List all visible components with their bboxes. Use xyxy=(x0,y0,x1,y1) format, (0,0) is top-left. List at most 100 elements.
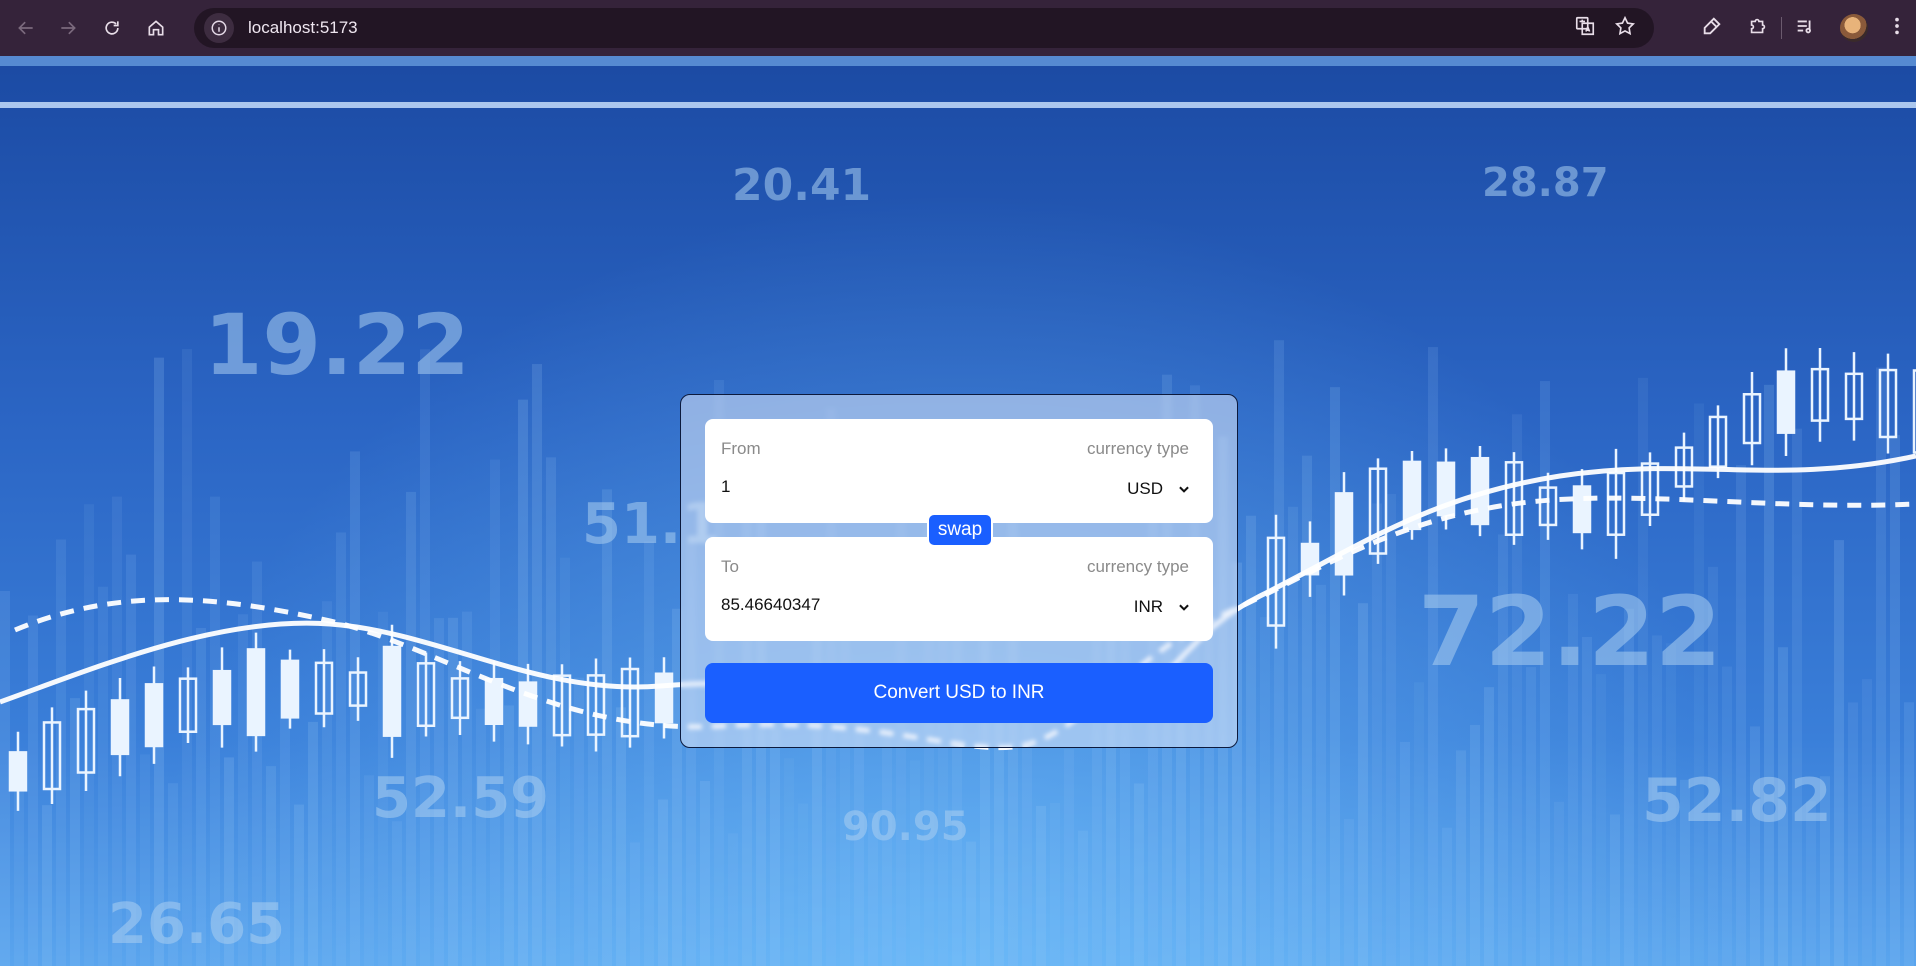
background-bar xyxy=(1358,603,1368,966)
background-candle xyxy=(280,649,300,729)
background-bar xyxy=(1414,682,1424,966)
background-number: 28.87 xyxy=(1482,160,1609,206)
background-bar xyxy=(1876,367,1886,966)
from-label: From xyxy=(721,439,761,458)
background-bar xyxy=(1386,494,1396,966)
from-amount-input[interactable]: 1 xyxy=(721,477,981,497)
background-bar xyxy=(1596,674,1606,966)
eyedropper-icon[interactable] xyxy=(1701,15,1723,42)
page-content: 20.41 28.87 19.22 51.1 72.22 52.59 90.95… xyxy=(0,56,1916,966)
background-bar xyxy=(770,726,780,966)
background-bar xyxy=(42,805,52,966)
background-bar xyxy=(630,842,640,966)
background-candle xyxy=(1844,352,1864,441)
background-bar xyxy=(336,532,346,966)
background-number: 19.22 xyxy=(204,296,470,394)
background-bar xyxy=(1372,503,1382,966)
background-bar xyxy=(966,841,976,966)
to-currency-value: INR xyxy=(1133,597,1163,616)
background-bar xyxy=(1064,749,1074,966)
background-bar xyxy=(910,760,920,966)
to-amount-input[interactable]: 85.46640347 xyxy=(721,595,981,615)
background-number: 90.95 xyxy=(842,804,969,850)
background-bar xyxy=(1848,702,1858,966)
background-bar xyxy=(784,758,794,966)
background-bar xyxy=(1792,428,1802,966)
background-candle xyxy=(1776,348,1796,457)
chevron-down-icon xyxy=(1179,604,1189,611)
background-bar xyxy=(658,799,668,966)
background-bar xyxy=(504,705,514,966)
background-bar xyxy=(1470,724,1480,966)
background-bar xyxy=(1484,687,1494,966)
reload-icon[interactable] xyxy=(94,10,130,46)
background-bar xyxy=(1862,679,1872,966)
to-currency-type-label: currency type xyxy=(1086,557,1189,576)
background-candle xyxy=(1810,348,1830,442)
background-bar xyxy=(616,707,626,966)
background-bar xyxy=(406,491,416,966)
address-bar[interactable]: localhost:5173 xyxy=(194,8,1654,48)
background-bar xyxy=(1736,465,1746,966)
background-bar xyxy=(476,708,486,966)
background-bar xyxy=(0,590,10,966)
background-bar xyxy=(1610,814,1620,966)
background-candle xyxy=(1606,448,1626,559)
background-bar xyxy=(1344,819,1354,966)
background-bar xyxy=(1330,387,1340,966)
convert-button[interactable]: Convert USD to INR xyxy=(705,663,1213,723)
background-bar xyxy=(1442,827,1452,966)
background-bar xyxy=(1246,515,1256,966)
background-bar xyxy=(1456,750,1466,966)
background-bar xyxy=(1050,802,1060,966)
background-bar xyxy=(154,357,164,966)
background-candle xyxy=(246,632,266,752)
background-bar xyxy=(644,541,654,966)
site-info-icon[interactable] xyxy=(204,13,234,43)
profile-avatar[interactable] xyxy=(1840,14,1868,42)
background-bar xyxy=(392,821,402,966)
to-currency-select[interactable]: INR xyxy=(1134,597,1191,617)
url-text: localhost:5173 xyxy=(248,18,358,37)
background-number: 52.59 xyxy=(372,766,550,831)
extensions-icon[interactable] xyxy=(1747,15,1769,42)
media-controls-icon[interactable] xyxy=(1794,15,1816,42)
background-number: 72.22 xyxy=(1418,576,1722,688)
background-bar xyxy=(1316,584,1326,966)
background-bar xyxy=(574,677,584,966)
background-candle xyxy=(1402,450,1422,540)
currency-converter-card: From currency type 1 USD To currency typ… xyxy=(680,394,1238,748)
background-bar xyxy=(28,615,38,966)
swap-button[interactable]: swap xyxy=(927,513,993,547)
background-number: 52.82 xyxy=(1642,766,1832,836)
from-currency-select[interactable]: USD xyxy=(1127,479,1191,499)
background-bar xyxy=(798,803,808,966)
chevron-down-icon xyxy=(1179,486,1189,493)
bookmark-star-icon[interactable] xyxy=(1614,15,1636,42)
background-candle xyxy=(1572,469,1592,550)
translate-icon[interactable] xyxy=(1574,15,1596,42)
background-bar xyxy=(308,721,318,966)
forward-icon[interactable] xyxy=(50,10,86,46)
background-bar xyxy=(1526,667,1536,966)
more-menu-icon[interactable] xyxy=(1886,15,1908,42)
background-bar xyxy=(560,557,570,966)
background-bar xyxy=(1260,617,1270,966)
back-icon[interactable] xyxy=(8,10,44,46)
background-bar xyxy=(728,833,738,966)
background-bar xyxy=(1750,726,1760,966)
background-bar xyxy=(1904,702,1914,966)
background-bar xyxy=(1134,783,1144,966)
background-bar xyxy=(1400,741,1410,966)
from-currency-value: USD xyxy=(1127,479,1163,498)
background-bar xyxy=(1890,435,1900,966)
background-bar xyxy=(588,734,598,966)
background-bar xyxy=(98,586,108,966)
background-bar xyxy=(532,364,542,966)
background-bar xyxy=(1554,801,1564,966)
background-number: 26.65 xyxy=(108,892,286,957)
toolbar-divider xyxy=(1781,17,1782,39)
background-bar xyxy=(700,780,710,966)
home-icon[interactable] xyxy=(138,10,174,46)
from-box: From currency type 1 USD xyxy=(705,419,1213,523)
